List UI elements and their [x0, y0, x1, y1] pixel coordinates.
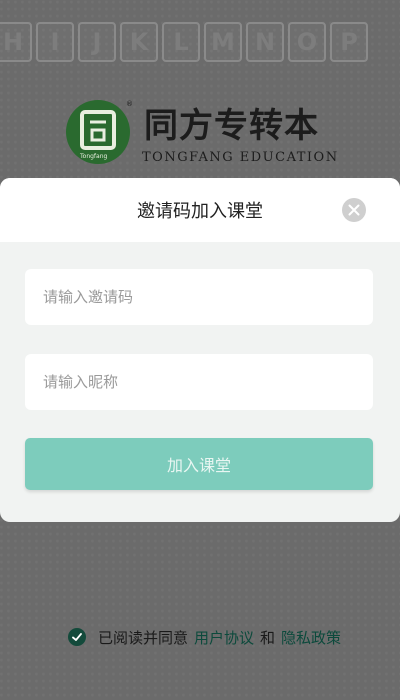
seal-text: Tongfang — [79, 153, 108, 160]
letter-tile: O — [288, 22, 326, 62]
invite-code-field[interactable] — [25, 269, 373, 325]
logo-seal-icon: Tongfang — [66, 100, 130, 164]
letter-tile: P — [330, 22, 368, 62]
check-icon — [72, 633, 82, 641]
brand-logo: Tongfang ® 同方专转本 TONGFANG EDUCATION — [66, 100, 346, 170]
seal-glyph-icon: Tongfang — [79, 110, 116, 160]
agreement-prefix: 已阅读并同意 — [98, 628, 189, 647]
letter-tile: L — [162, 22, 200, 62]
agreement-and: 和 — [260, 628, 276, 647]
logo-title: 同方专转本 — [144, 106, 319, 146]
letter-tile: M — [204, 22, 242, 62]
letter-tile: I — [36, 22, 74, 62]
user-agreement-link[interactable]: 用户协议 — [194, 627, 254, 648]
agreement-row: 已阅读并同意 用户协议 和 隐私政策 — [68, 626, 341, 648]
letter-tile: K — [120, 22, 158, 62]
invite-code-input[interactable] — [25, 269, 373, 325]
agreement-checkbox[interactable] — [68, 628, 86, 646]
letter-tile: N — [246, 22, 284, 62]
join-classroom-button[interactable]: 加入课堂 — [25, 438, 373, 490]
close-button[interactable] — [342, 198, 366, 222]
letter-tile: J — [78, 22, 116, 62]
letter-tile: H — [0, 22, 32, 62]
close-icon — [348, 204, 360, 216]
dialog-header: 邀请码加入课堂 — [0, 178, 400, 242]
letter-strip: H I J K L M N O P — [0, 22, 400, 66]
privacy-policy-link[interactable]: 隐私政策 — [281, 627, 341, 648]
nickname-input[interactable] — [25, 354, 373, 410]
nickname-field[interactable] — [25, 354, 373, 410]
invite-code-dialog: 邀请码加入课堂 加入课堂 — [0, 178, 400, 522]
registered-mark-icon: ® — [126, 100, 133, 108]
logo-subtitle: TONGFANG EDUCATION — [142, 150, 339, 165]
dialog-title: 邀请码加入课堂 — [137, 201, 263, 222]
